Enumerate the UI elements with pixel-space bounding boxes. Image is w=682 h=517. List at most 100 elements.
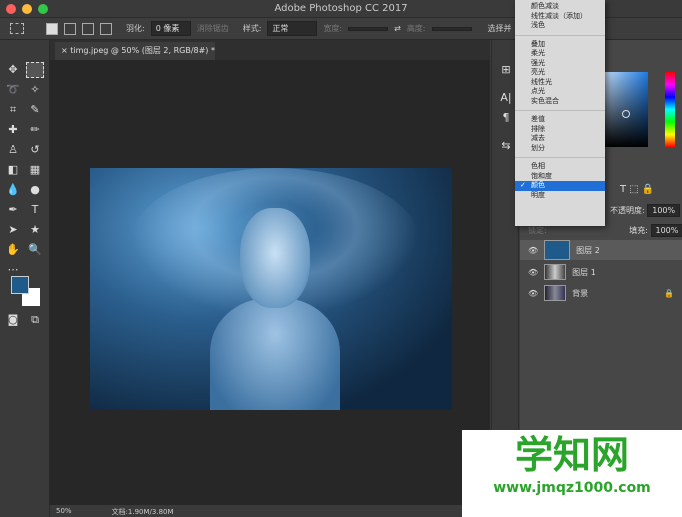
new-selection-icon[interactable] bbox=[46, 22, 58, 35]
height-input[interactable] bbox=[431, 26, 472, 31]
close-tab-icon[interactable]: × bbox=[61, 46, 70, 55]
layer-row[interactable]: 👁 背景 🔒 bbox=[520, 283, 682, 303]
layer-name: 图层 2 bbox=[576, 245, 600, 255]
layer-thumbnail bbox=[544, 240, 571, 260]
hue-slider[interactable] bbox=[665, 72, 675, 147]
blend-mode-item[interactable]: 排除 bbox=[515, 125, 605, 135]
width-input[interactable] bbox=[348, 26, 389, 31]
blend-mode-item[interactable]: 线性减淡（添加） bbox=[515, 12, 605, 22]
shape-tool-icon[interactable]: ★ bbox=[26, 222, 44, 238]
watermark: 学知网 www.jmqz1000.com bbox=[462, 430, 682, 517]
quick-mask-icon[interactable]: ◙ bbox=[4, 312, 22, 328]
tab-label: timg.jpeg @ 50% (图层 2, RGB/8#) * bbox=[70, 46, 215, 55]
blend-mode-item[interactable]: ✓ 颜色 bbox=[515, 181, 605, 191]
crop-tool-icon[interactable]: ⌗ bbox=[4, 102, 22, 118]
style-label: 样式: bbox=[242, 24, 262, 33]
marquee-tool-icon[interactable] bbox=[26, 62, 44, 78]
type-tool-icon[interactable]: T bbox=[26, 202, 44, 218]
marquee-preset-icon[interactable] bbox=[10, 23, 24, 34]
blend-mode-menu[interactable]: 颜色减淡 线性减淡（添加） 浅色叠加 柔光 强光 亮光 线性光 点光 实色混合差值 排除 减去 划分色… bbox=[515, 0, 605, 226]
blend-mode-item[interactable]: 柔光 bbox=[515, 49, 605, 59]
opacity-input[interactable]: 100% bbox=[647, 204, 681, 217]
path-select-icon[interactable]: ➤ bbox=[4, 222, 22, 238]
blend-mode-item[interactable]: 差值 bbox=[515, 115, 605, 125]
menu-item-label: 颜色 bbox=[531, 181, 545, 189]
layer-name: 背景 bbox=[572, 288, 589, 298]
layer-row[interactable]: 👁 图层 1 bbox=[520, 262, 682, 282]
foreground-color-swatch[interactable] bbox=[11, 276, 29, 294]
layer-filter-icons[interactable]: T ⬚ 🔒 bbox=[620, 184, 654, 195]
blend-mode-item[interactable]: 划分 bbox=[515, 144, 605, 154]
select-mask-button[interactable]: 选择并 bbox=[488, 23, 512, 34]
doc-size[interactable]: 文档:1.90M/3.80M bbox=[112, 507, 174, 516]
blend-mode-item[interactable]: 色相 bbox=[515, 162, 605, 172]
tools-panel: ✥ ➰ ✧ ⌗ ✎ ✚ ✏ ♙ ↺ ◧ ▦ 💧 ● ✒ T ➤ ★ ✋ 🔍 ⋯ … bbox=[0, 40, 50, 517]
visibility-eye-icon[interactable]: 👁 bbox=[528, 268, 538, 277]
width-label: 宽度: bbox=[323, 24, 343, 33]
style-select[interactable]: 正常 bbox=[267, 21, 318, 36]
healing-brush-icon[interactable]: ✚ bbox=[4, 122, 22, 138]
menu-separator bbox=[515, 34, 605, 36]
layer-name: 图层 1 bbox=[572, 267, 596, 277]
document-tab[interactable]: × timg.jpeg @ 50% (图层 2, RGB/8#) * bbox=[55, 42, 215, 60]
history-panel-icon[interactable]: ⊞ bbox=[497, 62, 515, 78]
blend-mode-item[interactable]: 颜色减淡 bbox=[515, 2, 605, 12]
feather-label: 羽化: bbox=[126, 24, 145, 33]
blend-mode-item[interactable]: 减去 bbox=[515, 134, 605, 144]
screen-mode-icon[interactable]: ⧉ bbox=[26, 312, 44, 328]
hand-tool-icon[interactable]: ✋ bbox=[4, 242, 22, 258]
visibility-eye-icon[interactable]: 👁 bbox=[528, 246, 538, 255]
blend-mode-item[interactable]: 饱和度 bbox=[515, 172, 605, 182]
properties-panel-icon[interactable]: ⇆ bbox=[497, 138, 515, 154]
brush-tool-icon[interactable]: ✏ bbox=[26, 122, 44, 138]
stamp-tool-icon[interactable]: ♙ bbox=[4, 142, 22, 158]
zoom-level[interactable]: 50% bbox=[56, 507, 72, 515]
blend-mode-item[interactable]: 点光 bbox=[515, 87, 605, 97]
character-panel-icon[interactable]: A| bbox=[497, 90, 515, 106]
blend-mode-item[interactable]: 叠加 bbox=[515, 40, 605, 50]
status-bar: 50% 文档:1.90M/3.80M bbox=[50, 505, 490, 517]
image-shoulders bbox=[210, 298, 340, 410]
watermark-url: www.jmqz1000.com bbox=[493, 480, 651, 496]
layer-thumbnail bbox=[544, 264, 567, 280]
add-selection-icon[interactable] bbox=[64, 22, 76, 35]
menu-separator bbox=[515, 110, 605, 111]
opacity-label: 不透明度: bbox=[610, 206, 645, 215]
layer-thumbnail bbox=[544, 285, 567, 301]
magic-wand-icon[interactable]: ✧ bbox=[26, 82, 44, 98]
blend-mode-item[interactable]: 实色混合 bbox=[515, 97, 605, 107]
blend-mode-item[interactable]: 线性光 bbox=[515, 78, 605, 88]
dodge-tool-icon[interactable]: ● bbox=[26, 182, 44, 198]
antialias-checkbox[interactable]: 消除锯齿 bbox=[197, 23, 229, 34]
subtract-selection-icon[interactable] bbox=[82, 22, 94, 35]
eraser-icon[interactable]: ◧ bbox=[4, 162, 22, 178]
blur-tool-icon[interactable]: 💧 bbox=[4, 182, 22, 198]
blend-mode-item[interactable]: 亮光 bbox=[515, 68, 605, 78]
zoom-tool-icon[interactable]: 🔍 bbox=[26, 242, 44, 258]
document-image[interactable] bbox=[90, 168, 452, 410]
visibility-eye-icon[interactable]: 👁 bbox=[528, 289, 538, 298]
feather-input[interactable]: 0 像素 bbox=[150, 21, 191, 36]
lock-label: 锁定: bbox=[528, 226, 547, 235]
blend-mode-item[interactable]: 强光 bbox=[515, 59, 605, 69]
checkmark-icon: ✓ bbox=[520, 181, 526, 189]
fill-label: 填充: bbox=[629, 226, 648, 235]
move-tool-icon[interactable]: ✥ bbox=[4, 62, 22, 78]
image-face bbox=[240, 208, 310, 308]
blend-mode-item[interactable]: 浅色 bbox=[515, 21, 605, 31]
eyedropper-icon[interactable]: ✎ bbox=[26, 102, 44, 118]
lasso-tool-icon[interactable]: ➰ bbox=[4, 82, 22, 98]
paragraph-panel-icon[interactable]: ¶ bbox=[497, 110, 515, 126]
pen-tool-icon[interactable]: ✒ bbox=[4, 202, 22, 218]
swap-icon[interactable]: ⇄ bbox=[394, 24, 401, 33]
lock-icon[interactable]: 🔒 bbox=[664, 289, 674, 298]
fill-input[interactable]: 100% bbox=[650, 224, 682, 237]
watermark-title: 学知网 bbox=[514, 433, 629, 477]
intersect-selection-icon[interactable] bbox=[100, 22, 112, 35]
blend-mode-item[interactable]: 明度 bbox=[515, 191, 605, 201]
gradient-tool-icon[interactable]: ▦ bbox=[26, 162, 44, 178]
layer-row[interactable]: 👁 图层 2 bbox=[520, 240, 682, 260]
height-label: 高度: bbox=[406, 24, 426, 33]
history-brush-icon[interactable]: ↺ bbox=[26, 142, 44, 158]
menu-separator bbox=[515, 157, 605, 158]
